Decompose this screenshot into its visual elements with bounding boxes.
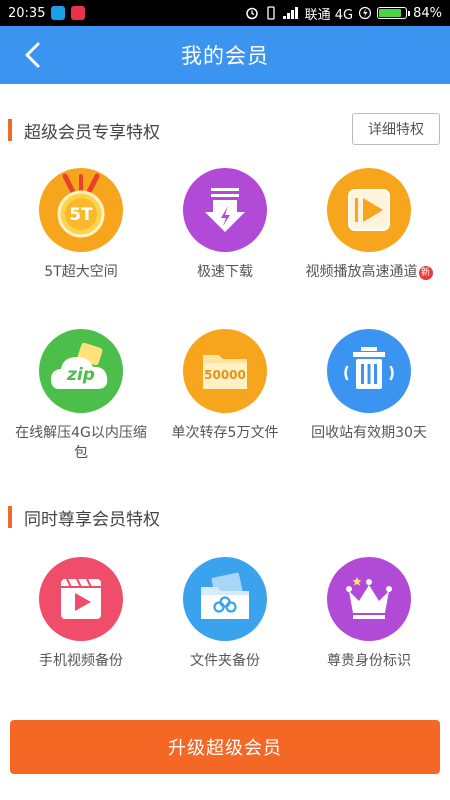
feature-label: 5T超大空间 [44,264,118,280]
vibrate-icon [266,6,275,20]
new-badge: 新 [418,266,433,280]
5t-icon-text: 5T [69,205,93,225]
chevron-left-icon [25,42,40,68]
crown-icon [327,557,411,641]
folder-icon-text: 50000 [204,368,246,382]
signal-icon [282,7,298,19]
section-accent-bar [8,506,12,528]
section-accent-bar [8,119,12,141]
feature-label: 尊贵身份标识 [327,653,411,669]
charging-icon [359,6,372,20]
feature-fast-download[interactable]: 极速下载 [150,168,300,282]
section-title: 同时尊享会员特权 [24,509,160,530]
page-title: 我的会员 [181,44,269,68]
folder-icon: 50000 [183,329,267,413]
app-notification-icon [51,6,66,20]
feature-online-unzip[interactable]: zip 在线解压4G以内压缩包 [6,329,156,463]
battery-icon [377,7,411,19]
feature-label: 回收站有效期30天 [311,425,427,441]
battery-fill [379,9,401,17]
download-icon [183,168,267,252]
battery-percent: 84% [413,5,442,21]
feature-label: 单次转存5万文件 [171,425,279,441]
feature-label: 手机视频备份 [39,653,123,669]
feature-5t-storage[interactable]: 5T 5T超大空间 [6,168,156,282]
feature-folder-backup[interactable]: 文件夹备份 [150,557,300,671]
feature-video-fast-channel[interactable]: 视频播放高速通道新 [294,168,444,282]
zip-icon-text: zip [67,365,95,385]
feature-label: 视频播放高速通道新 [299,262,439,282]
section-header-shared: 同时尊享会员特权 [0,497,450,537]
feature-batch-save[interactable]: 50000 单次转存5万文件 [150,329,300,443]
feature-label: 在线解压4G以内压缩包 [15,425,147,461]
app-header: 我的会员 [0,26,450,84]
section-header-super: 超级会员专享特权 详细特权 [0,110,450,150]
alarm-icon [245,7,258,20]
status-bar: 20:35 联通 4G 84% [0,0,450,26]
feature-label: 文件夹备份 [190,653,260,669]
feature-label: 极速下载 [197,264,253,280]
main-content: 超级会员专享特权 详细特权 5T 5T超大空间 极速下载 视频播放高速通道 新 … [0,84,450,714]
detail-privileges-button[interactable]: 详细特权 [352,113,440,145]
status-time: 20:35 [8,5,46,21]
feature-label-text: 视频播放高速通道 [305,264,418,280]
app-notification-icon [71,6,86,20]
folder-backup-icon [183,557,267,641]
feature-recycle-bin[interactable]: 回收站有效期30天 [294,329,444,443]
section-title: 超级会员专享特权 [24,122,160,143]
zip-icon: zip [39,329,123,413]
video-play-icon [327,168,411,252]
trash-icon [327,329,411,413]
back-button[interactable] [12,35,52,75]
upgrade-super-vip-button[interactable]: 升级超级会员 [10,720,440,774]
carrier-label: 联通 4G [304,7,354,23]
film-icon [39,557,123,641]
5t-storage-icon: 5T [39,168,123,252]
feature-video-backup[interactable]: 手机视频备份 [6,557,156,671]
feature-vip-identity[interactable]: 尊贵身份标识 [294,557,444,671]
